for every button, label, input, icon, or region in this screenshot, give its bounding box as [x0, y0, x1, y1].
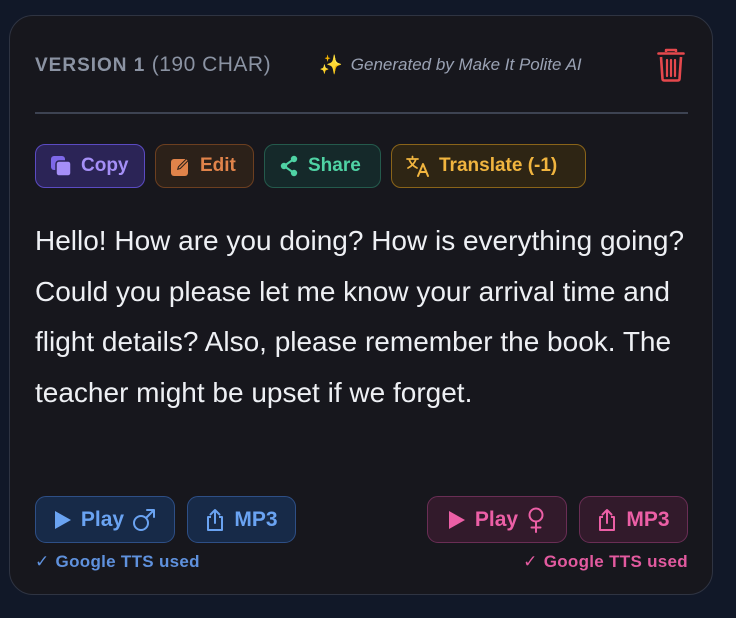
female-tts-note: ✓ Google TTS used	[523, 552, 688, 572]
play-male-voice-button[interactable]: Play	[35, 496, 175, 543]
download-mp3-female-button[interactable]: MP3	[579, 496, 688, 543]
male-audio-controls: Play MP3	[35, 496, 296, 543]
play-female-voice-button[interactable]: Play	[427, 496, 567, 543]
mp3-female-label: MP3	[626, 507, 670, 531]
play-icon	[448, 510, 466, 530]
message-card: VERSION 1 (190 CHAR) ✨ Generated by Make…	[9, 15, 713, 595]
share-button[interactable]: Share	[264, 144, 381, 188]
male-symbol-icon	[132, 508, 156, 532]
female-tts-text: Google TTS used	[543, 552, 688, 571]
action-bar: Copy Edit Share Translate (-1)	[35, 144, 586, 188]
translate-label: Translate (-1)	[439, 155, 558, 176]
female-symbol-icon	[526, 507, 546, 533]
generated-by: ✨ Generated by Make It Polite AI	[319, 53, 582, 77]
share-icon	[279, 155, 299, 177]
check-icon: ✓	[523, 552, 538, 571]
translate-button[interactable]: Translate (-1)	[391, 144, 586, 188]
upload-icon	[597, 508, 617, 532]
play-female-label: Play	[474, 507, 519, 531]
edit-label: Edit	[200, 155, 236, 176]
download-mp3-male-button[interactable]: MP3	[187, 496, 296, 543]
edit-button[interactable]: Edit	[155, 144, 254, 188]
share-label: Share	[308, 155, 361, 176]
copy-label: Copy	[81, 155, 129, 176]
mp3-male-label: MP3	[234, 507, 278, 531]
play-icon	[54, 510, 72, 530]
generated-by-text: Generated by Make It Polite AI	[350, 55, 582, 74]
delete-button[interactable]	[655, 45, 687, 85]
female-audio-controls: Play MP3	[427, 496, 688, 543]
copy-icon	[50, 155, 72, 177]
polite-message-text: Hello! How are you doing? How is everyth…	[35, 225, 685, 408]
char-count: (190 CHAR)	[151, 53, 272, 76]
male-tts-text: Google TTS used	[55, 552, 200, 571]
copy-button[interactable]: Copy	[35, 144, 145, 188]
version-info: VERSION 1 (190 CHAR)	[35, 53, 271, 77]
check-icon: ✓	[35, 552, 50, 571]
trash-icon	[657, 48, 685, 82]
card-header: VERSION 1 (190 CHAR) ✨ Generated by Make…	[35, 44, 687, 86]
sparkle-icon: ✨	[319, 55, 343, 76]
play-male-label: Play	[80, 507, 125, 531]
upload-icon	[205, 508, 225, 532]
male-tts-note: ✓ Google TTS used	[35, 552, 200, 572]
header-divider	[35, 112, 688, 114]
version-label: VERSION 1	[35, 55, 146, 76]
translate-icon	[406, 155, 430, 177]
edit-icon	[170, 156, 191, 177]
